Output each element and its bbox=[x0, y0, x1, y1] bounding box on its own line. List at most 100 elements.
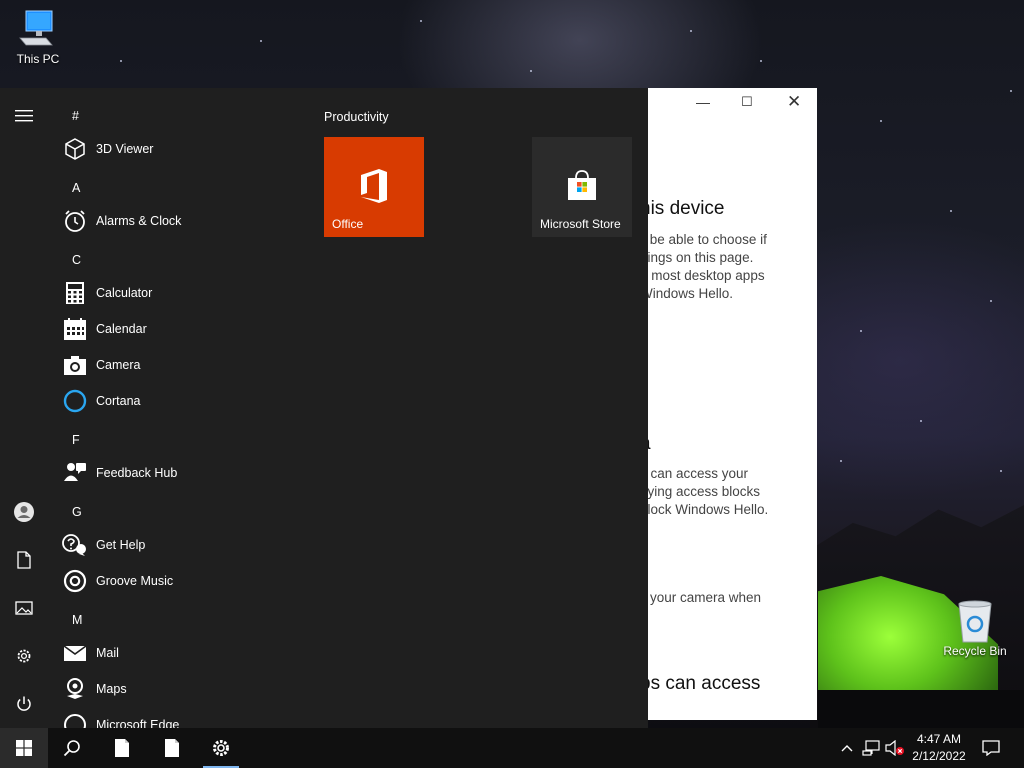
section-text: block Windows Hello. bbox=[640, 502, 769, 517]
section-text: your camera when bbox=[650, 590, 762, 605]
volume-muted-icon bbox=[885, 740, 904, 756]
document-icon bbox=[115, 739, 129, 757]
clock-time: 4:47 AM bbox=[916, 732, 962, 746]
calculator-icon bbox=[62, 280, 88, 306]
group-letter[interactable]: M bbox=[72, 613, 82, 627]
volume-button[interactable] bbox=[884, 728, 906, 768]
app-groove-music[interactable]: Groove Music bbox=[62, 564, 242, 598]
edge-icon bbox=[62, 712, 88, 728]
app-label: Calculator bbox=[96, 286, 153, 300]
group-letter[interactable]: # bbox=[72, 109, 79, 123]
computer-icon bbox=[18, 8, 58, 48]
star bbox=[260, 40, 262, 42]
calendar-icon bbox=[62, 316, 88, 342]
settings-window: — ☐ ✕ his device ll be able to choose if… bbox=[640, 88, 817, 720]
app-calendar[interactable]: Calendar bbox=[62, 312, 242, 346]
music-icon bbox=[62, 568, 88, 594]
search-button[interactable] bbox=[48, 728, 96, 768]
cortana-icon bbox=[62, 388, 88, 414]
minimize-icon[interactable]: — bbox=[696, 94, 710, 110]
app-3d-viewer[interactable]: 3D Viewer bbox=[62, 132, 242, 166]
document-icon bbox=[165, 739, 179, 757]
section-text: d most desktop apps bbox=[640, 268, 765, 283]
close-icon[interactable]: ✕ bbox=[787, 92, 801, 112]
star bbox=[920, 420, 922, 422]
app-get-help[interactable]: Get Help bbox=[62, 528, 242, 562]
expand-menu-button[interactable] bbox=[0, 92, 48, 140]
alarm-clock-icon bbox=[62, 208, 88, 234]
user-icon bbox=[14, 502, 34, 522]
app-label: Calendar bbox=[96, 322, 147, 336]
power-button[interactable] bbox=[0, 680, 48, 728]
recycle-bin-icon bbox=[955, 600, 995, 643]
app-calculator[interactable]: Calculator bbox=[62, 276, 242, 310]
section-text: s can access your bbox=[640, 466, 749, 481]
star bbox=[760, 60, 762, 62]
start-button[interactable] bbox=[0, 728, 48, 768]
account-button[interactable] bbox=[0, 488, 48, 536]
taskbar-app-notepad-2[interactable] bbox=[148, 728, 196, 768]
app-label: Get Help bbox=[96, 538, 146, 552]
group-letter[interactable]: A bbox=[72, 181, 80, 195]
app-mail[interactable]: Mail bbox=[62, 636, 242, 670]
section-text: Windows Hello. bbox=[640, 286, 734, 301]
taskbar-clock[interactable]: 4:47 AM 2/12/2022 bbox=[904, 731, 974, 765]
tile-office[interactable]: Office bbox=[324, 137, 424, 237]
app-label: Microsoft Edge bbox=[96, 718, 180, 728]
app-cortana[interactable]: Cortana bbox=[62, 384, 242, 418]
start-rail bbox=[0, 88, 48, 728]
app-list: # 3D Viewer A Alarms & Clock C Calculato… bbox=[48, 88, 248, 728]
document-icon bbox=[17, 551, 31, 569]
star bbox=[840, 460, 842, 462]
settings-button[interactable] bbox=[0, 632, 48, 680]
start-menu: # 3D Viewer A Alarms & Clock C Calculato… bbox=[0, 88, 648, 728]
pictures-button[interactable] bbox=[0, 584, 48, 632]
app-camera[interactable]: Camera bbox=[62, 348, 242, 382]
group-letter[interactable]: F bbox=[72, 433, 80, 447]
windows-logo-icon bbox=[16, 740, 32, 756]
app-label: Feedback Hub bbox=[96, 466, 178, 480]
settings-content: — ☐ ✕ his device ll be able to choose if… bbox=[640, 88, 817, 720]
desktop-icon-recycle-bin[interactable]: Recycle Bin bbox=[937, 600, 1013, 658]
clock-date: 2/12/2022 bbox=[912, 749, 966, 763]
network-button[interactable] bbox=[860, 728, 882, 768]
chevron-up-icon bbox=[841, 745, 853, 752]
section-text: ll be able to choose if bbox=[640, 232, 767, 247]
taskbar: 4:47 AM 2/12/2022 bbox=[0, 728, 1024, 768]
camera-icon bbox=[62, 352, 88, 378]
section-heading: ps can access bbox=[640, 673, 761, 694]
taskbar-app-settings[interactable] bbox=[197, 728, 245, 768]
app-microsoft-edge[interactable]: Microsoft Edge bbox=[62, 708, 242, 728]
group-letter[interactable]: G bbox=[72, 505, 82, 519]
star bbox=[1000, 470, 1002, 472]
maximize-icon[interactable]: ☐ bbox=[741, 94, 753, 110]
app-label: Groove Music bbox=[96, 574, 174, 588]
help-icon bbox=[62, 532, 88, 558]
action-center-button[interactable] bbox=[976, 728, 1006, 768]
gear-icon bbox=[17, 649, 31, 663]
search-icon bbox=[63, 740, 80, 757]
app-maps[interactable]: Maps bbox=[62, 672, 242, 706]
taskbar-app-notepad-1[interactable] bbox=[98, 728, 146, 768]
power-icon bbox=[17, 696, 31, 711]
app-alarms-clock[interactable]: Alarms & Clock bbox=[62, 204, 242, 238]
star bbox=[120, 60, 122, 62]
section-text: aying access blocks bbox=[640, 484, 761, 499]
store-bag-icon bbox=[568, 170, 596, 200]
documents-button[interactable] bbox=[0, 536, 48, 584]
show-hidden-icons-button[interactable] bbox=[836, 728, 858, 768]
desktop-icon-label: Recycle Bin bbox=[943, 644, 1007, 658]
hamburger-icon bbox=[15, 110, 33, 122]
gear-icon bbox=[213, 740, 229, 756]
app-label: Cortana bbox=[96, 394, 141, 408]
desktop-icon-this-pc[interactable]: This PC bbox=[0, 8, 76, 66]
star bbox=[860, 330, 862, 332]
group-letter[interactable]: C bbox=[72, 253, 81, 267]
star bbox=[690, 30, 692, 32]
office-icon bbox=[361, 169, 387, 203]
tile-group-title[interactable]: Productivity bbox=[324, 110, 389, 124]
star bbox=[420, 20, 422, 22]
maps-icon bbox=[62, 676, 88, 702]
tile-microsoft-store[interactable]: Microsoft Store bbox=[532, 137, 632, 237]
app-feedback-hub[interactable]: Feedback Hub bbox=[62, 456, 242, 490]
